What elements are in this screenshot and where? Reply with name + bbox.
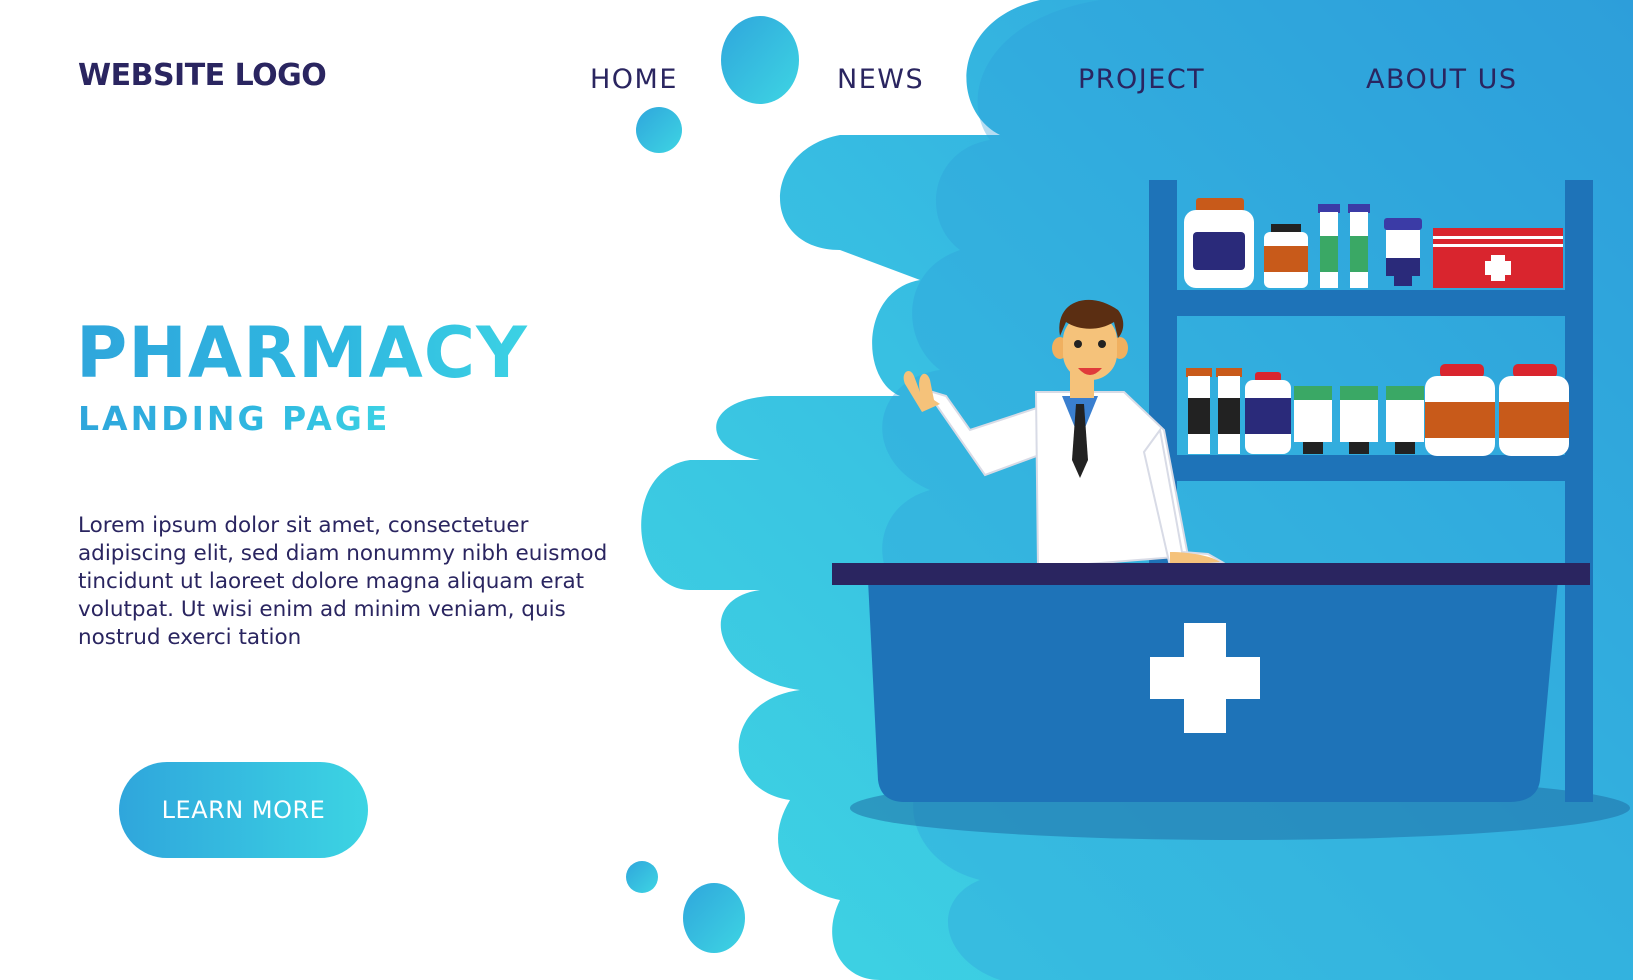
learn-more-button[interactable]: LEARN MORE: [119, 762, 368, 858]
hero-title: PHARMACY: [76, 312, 528, 394]
hero-description: Lorem ipsum dolor sit amet, consectetuer…: [78, 513, 608, 650]
website-logo[interactable]: WEBSITE LOGO: [78, 58, 327, 93]
nav-home[interactable]: HOME: [590, 64, 678, 95]
hero-subtitle: LANDING PAGE: [78, 399, 391, 438]
nav-news[interactable]: NEWS: [837, 64, 924, 95]
pharmacy-counter: [832, 563, 1590, 802]
nav-about-us[interactable]: ABOUT US: [1366, 64, 1518, 95]
nav-project[interactable]: PROJECT: [1078, 64, 1205, 95]
first-aid-kit-icon: [1433, 228, 1563, 288]
